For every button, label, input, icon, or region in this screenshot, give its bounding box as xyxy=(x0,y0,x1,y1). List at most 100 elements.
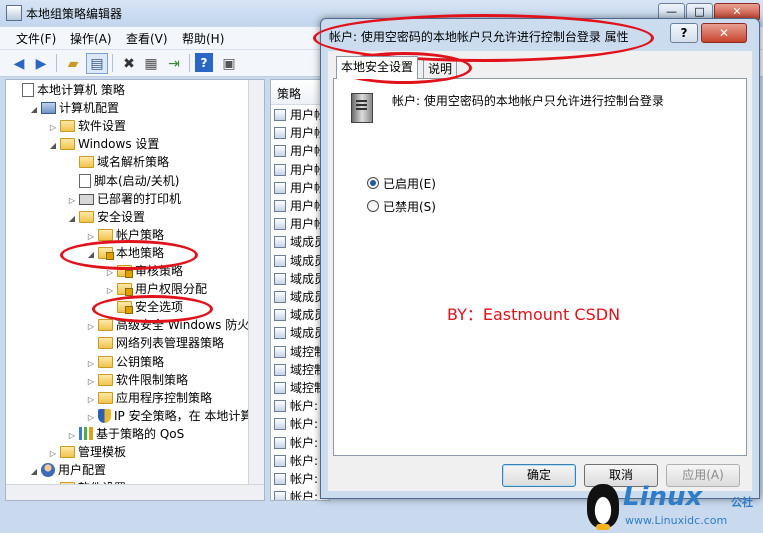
show-tree-icon[interactable]: ▤ xyxy=(86,53,108,74)
tree-item[interactable]: ▷ 帐户策略 xyxy=(86,226,164,244)
list-item[interactable]: 用户帐 xyxy=(274,197,326,216)
policy-item-icon xyxy=(274,127,286,140)
tree-horizontal-scrollbar[interactable] xyxy=(6,484,264,500)
policy-item-icon xyxy=(274,454,286,467)
tree-item[interactable]: ▷ 基于策略的 QoS xyxy=(67,425,184,443)
tree-item[interactable]: ▷ 用户权限分配 xyxy=(105,280,207,298)
menu-file[interactable]: 文件(F) xyxy=(16,30,56,47)
tree-item[interactable]: 脚本(启动/关机) xyxy=(67,172,179,190)
tree-item[interactable]: ▷ 公钥策略 xyxy=(86,353,164,371)
enabled-label[interactable]: 已启用(E) xyxy=(383,175,436,192)
disabled-label[interactable]: 已禁用(S) xyxy=(383,198,436,215)
list-item[interactable]: 用户帐 xyxy=(274,124,326,143)
tab-explain[interactable]: 说明 xyxy=(423,58,458,79)
enabled-radio[interactable] xyxy=(367,177,379,189)
up-folder-icon[interactable]: ▰ xyxy=(62,53,84,74)
folder-icon xyxy=(79,156,94,169)
tree-item[interactable]: ▷ 已部署的打印机 xyxy=(67,190,181,208)
policy-item-icon xyxy=(274,418,286,431)
policy-item-icon xyxy=(274,491,286,500)
tree-item[interactable]: ▷ 软件限制策略 xyxy=(86,371,188,389)
list-item[interactable]: 用户帐 xyxy=(274,215,326,234)
tree-item[interactable]: ◢ 计算机配置 xyxy=(29,99,119,117)
collapse-arrow-icon[interactable]: ◢ xyxy=(29,101,39,119)
list-item[interactable]: 用户帐 xyxy=(274,106,326,125)
dialog-help-button[interactable]: ? xyxy=(670,23,698,43)
bars-icon xyxy=(79,426,93,440)
tree-item[interactable]: ◢ Windows 设置 xyxy=(48,135,159,153)
folder-icon xyxy=(60,138,75,151)
toolbar-separator xyxy=(112,54,113,72)
list-item[interactable]: 用户帐 xyxy=(274,142,326,161)
tree-item[interactable]: ▷ 审核策略 xyxy=(105,262,183,280)
list-item[interactable]: 域控制 xyxy=(274,343,326,362)
menu-action[interactable]: 操作(A) xyxy=(70,30,112,47)
tree-vertical-scrollbar[interactable] xyxy=(248,80,264,484)
main-title: 本地组策略编辑器 xyxy=(26,7,123,21)
tab-panel: 帐户: 使用空密码的本地帐户只允许进行控制台登录 已启用(E) 已禁用(S) B… xyxy=(333,78,747,456)
tree-item[interactable]: ◢ 本地策略 xyxy=(86,244,164,262)
tree-item[interactable]: ◢ 用户配置 xyxy=(29,461,106,479)
policy-item-icon xyxy=(274,327,286,340)
policy-item-icon xyxy=(274,218,286,231)
forward-arrow-icon[interactable]: ▶ xyxy=(30,53,52,74)
column-policy[interactable]: 策略 xyxy=(277,85,301,102)
menu-help[interactable]: 帮助(H) xyxy=(182,30,224,47)
list-item[interactable]: 域控制 xyxy=(274,361,326,380)
shield-icon xyxy=(98,408,111,423)
collapse-arrow-icon[interactable]: ◢ xyxy=(67,210,77,228)
tree-item[interactable]: ▷ 高级安全 Windows 防火墙 xyxy=(86,316,261,334)
menu-view[interactable]: 查看(V) xyxy=(126,30,168,47)
tree-item[interactable]: ▷ 应用程序控制策略 xyxy=(86,389,212,407)
delete-icon[interactable]: ✖ xyxy=(118,53,140,74)
tree-item[interactable]: 安全选项 xyxy=(105,298,183,316)
tree-item-label: 已部署的打印机 xyxy=(97,191,182,206)
tree-item-label: 应用程序控制策略 xyxy=(116,390,213,405)
list-item[interactable]: 帐户: xyxy=(274,434,318,453)
list-item[interactable]: 域成员 xyxy=(274,306,326,325)
watermark-brand: Linux xyxy=(623,482,703,512)
list-item[interactable]: 用户帐 xyxy=(274,161,326,180)
list-item[interactable]: 用户帐 xyxy=(274,179,326,198)
list-item[interactable]: 域成员 xyxy=(274,324,326,343)
tree-item[interactable]: ▷软件设置 xyxy=(48,117,126,135)
list-item[interactable]: 帐户: xyxy=(274,415,318,434)
collapse-arrow-icon[interactable]: ◢ xyxy=(29,463,39,481)
list-item[interactable]: 帐户: xyxy=(274,470,318,489)
tab-local-security-setting[interactable]: 本地安全设置 xyxy=(336,56,419,79)
list-item[interactable]: 域成员 xyxy=(274,233,326,252)
filter-icon[interactable]: ▣ xyxy=(218,53,240,74)
help-icon[interactable]: ? xyxy=(195,53,213,72)
list-item[interactable]: 帐户: xyxy=(274,452,318,471)
list-item[interactable]: 域成员 xyxy=(274,288,326,307)
export-list-icon[interactable]: ⇥ xyxy=(163,53,185,74)
list-item[interactable]: 帐户: xyxy=(274,397,318,416)
properties-icon[interactable]: ▦ xyxy=(140,53,162,74)
doc-icon xyxy=(79,173,91,188)
tree-item[interactable]: 域名解析策略 xyxy=(67,153,169,171)
dialog-close-button[interactable]: ✕ xyxy=(701,23,747,43)
policy-item-icon xyxy=(274,309,286,322)
tree-item[interactable]: ▷ IP 安全策略，在 本地计算 xyxy=(86,407,252,425)
tree-pane[interactable]: 本地计算机 策略 ◢ 计算机配置 ▷ 软件设置 ◢ Windows 设置 域名解析策略 脚本(启… xyxy=(5,79,265,501)
collapse-arrow-icon[interactable]: ◢ xyxy=(48,137,58,155)
ok-button[interactable]: 确定 xyxy=(502,464,576,487)
computer-icon xyxy=(41,102,56,115)
tree-item-label: 用户配置 xyxy=(58,463,107,478)
tree-item[interactable]: ◢ 安全设置 xyxy=(67,208,145,226)
list-item[interactable]: 域成员 xyxy=(274,270,326,289)
list-item[interactable]: 帐户: xyxy=(274,488,318,500)
list-item[interactable]: 域成员 xyxy=(274,252,326,271)
watermark: Linux 公社 www.Linuxidc.com xyxy=(585,480,763,533)
tree-item[interactable]: 本地计算机 策略 xyxy=(10,81,125,99)
tree-item[interactable]: ▷ 管理模板 xyxy=(48,443,126,461)
list-item[interactable]: 域控制 xyxy=(274,379,326,398)
collapse-arrow-icon[interactable]: ◢ xyxy=(86,246,96,264)
watermark-suffix: 公社 xyxy=(731,496,753,509)
disabled-radio[interactable] xyxy=(367,200,379,212)
policy-item-icon xyxy=(274,200,286,212)
user-icon xyxy=(41,463,55,478)
tree-item[interactable]: 网络列表管理器策略 xyxy=(86,334,224,352)
back-arrow-icon[interactable]: ◀ xyxy=(8,53,30,74)
folder-icon xyxy=(60,446,75,458)
